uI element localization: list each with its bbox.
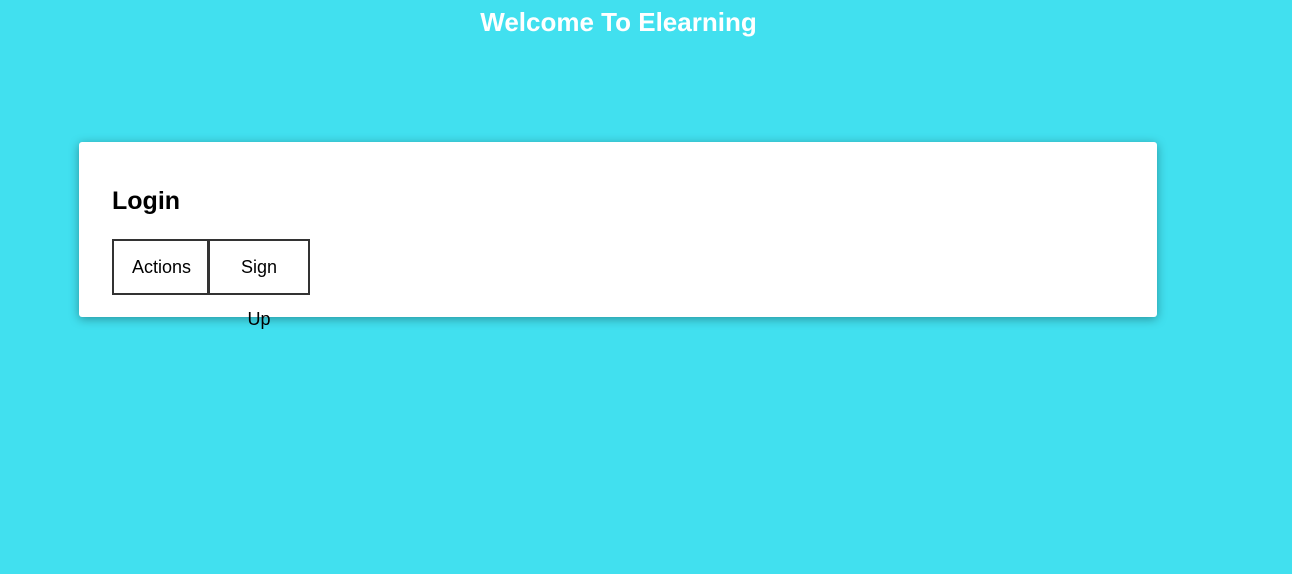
page-title: Welcome To Elearning [480,7,757,37]
login-card-title: Login [112,187,181,215]
login-button-group: Actions Sign Up [112,239,310,329]
actions-button[interactable]: Actions [112,239,209,295]
page: Welcome To Elearning Login Actions Sign … [0,0,1292,574]
login-card: Login Actions Sign Up [79,142,1157,329]
sign-up-button[interactable]: Sign Up [208,239,310,329]
